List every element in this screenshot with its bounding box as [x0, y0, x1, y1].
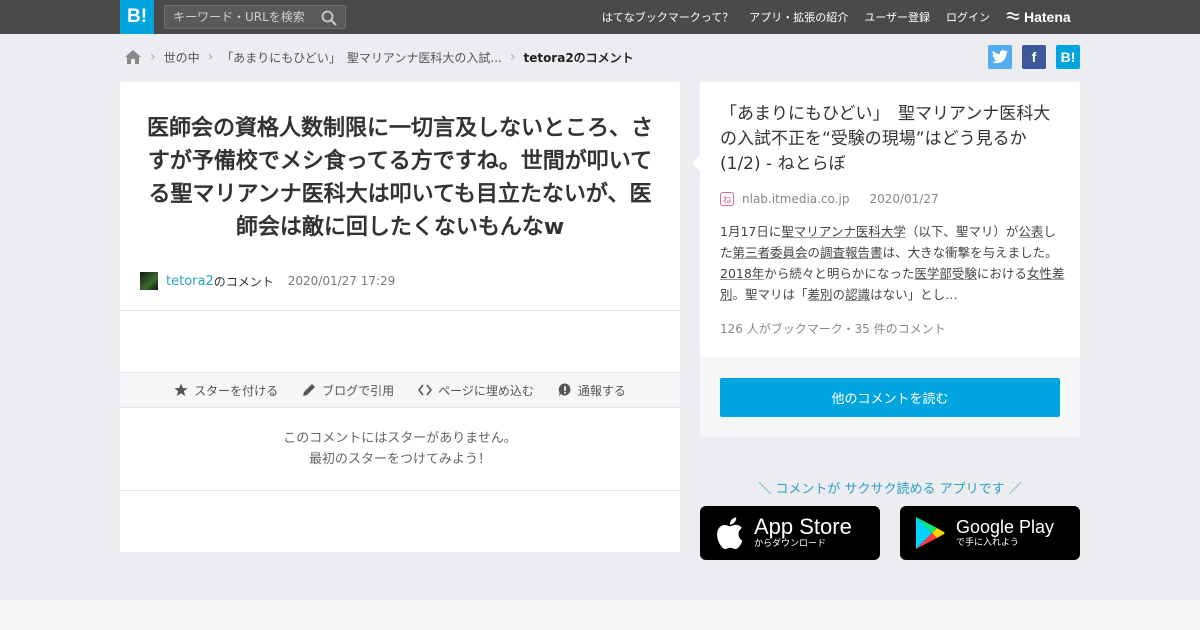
keyword-link[interactable]: 公表 [1018, 224, 1043, 239]
top-nav: はてなブックマークって？ アプリ・拡張の紹介 ユーザー登録 ログイン [602, 0, 990, 34]
comment-datetime[interactable]: 2020/01/27 17:29 [288, 274, 396, 288]
alert-bubble-icon [558, 383, 571, 397]
google-play-text: Google Play で手に入れよう [956, 517, 1054, 550]
nav-apps[interactable]: アプリ・拡張の紹介 [749, 9, 848, 25]
app-store-badge[interactable]: App Store からダウンロード [700, 506, 880, 560]
footer-area [0, 600, 1200, 630]
twitter-bird-icon [992, 50, 1008, 64]
top-bar: B! はてなブックマークって？ アプリ・拡張の紹介 ユーザー登録 ログイン Ha… [0, 0, 1200, 34]
breadcrumb: › 世の中 › 「あまりにもひどい」 聖マリアンナ医科大の入試... › tet… [124, 46, 634, 68]
nav-login[interactable]: ログイン [946, 9, 990, 25]
add-star-label: スターを付ける [194, 383, 279, 398]
entry-source: ね nlab.itmedia.co.jp 2020/01/27 [720, 192, 939, 206]
report-label: 通報する [577, 383, 626, 398]
comment-body: 医師会の資格人数制限に一切言及しないところ、さすが予備校でメシ食ってる方ですね。… [146, 116, 653, 240]
comment-meta: tetora2 のコメント 2020/01/27 17:29 [140, 272, 395, 290]
blog-quote-label: ブログで引用 [322, 383, 395, 398]
comment-user-suffix: のコメント [213, 274, 274, 289]
comment-user-link[interactable]: tetora2 [166, 274, 214, 289]
entry-summary: 1月17日に聖マリアンナ医科大学（以下、聖マリ）が公表した第三者委員会の調査報告… [720, 221, 1065, 305]
share-buttons: f B! [988, 45, 1080, 69]
keyword-link[interactable]: 2018年 [720, 266, 764, 281]
app-store-title: App Store [754, 513, 852, 539]
keyword-link[interactable]: 医学部受験 [914, 266, 977, 281]
entry-date: 2020/01/27 [869, 192, 939, 206]
keyword-link[interactable]: 第三者委員会 [733, 245, 808, 260]
blog-quote-button[interactable]: ブログで引用 [302, 382, 394, 399]
app-promo-text[interactable]: ＼ コメントが サクサク読める アプリです ／ [700, 478, 1080, 497]
no-star-line-2: 最初のスターをつけてみよう！ [308, 452, 491, 467]
divider [120, 490, 680, 491]
summary-text: における [976, 266, 1027, 281]
breadcrumb-current: tetora2のコメント [523, 50, 634, 65]
site-favicon-icon: ね [720, 192, 734, 206]
star-icon [174, 383, 188, 396]
apple-logo-icon [717, 517, 743, 550]
hatena-brand-label: Hatena [1024, 9, 1071, 25]
summary-text: の [832, 287, 846, 302]
nav-register[interactable]: ユーザー登録 [864, 9, 930, 25]
search-input[interactable] [165, 6, 315, 28]
home-icon[interactable] [124, 49, 142, 65]
entry-card-footer: 他のコメントを読む [700, 357, 1080, 437]
google-play-logo-icon [916, 517, 945, 549]
summary-text: の [807, 245, 821, 260]
breadcrumb-category[interactable]: 世の中 [164, 49, 200, 66]
entry-card: 「あまりにもひどい」 聖マリアンナ医科大の入試不正を“受験の現場”はどう見るか … [692, 82, 1080, 437]
keyword-link[interactable]: 差別 [808, 287, 833, 302]
entry-title-link[interactable]: 「あまりにもひどい」 聖マリアンナ医科大の入試不正を“受験の現場”はどう見るか … [720, 102, 1065, 177]
keyword-link[interactable]: 認識 [845, 287, 870, 302]
search-icon[interactable] [321, 10, 337, 26]
add-star-button[interactable]: スターを付ける [174, 382, 278, 399]
nav-about[interactable]: はてなブックマークって？ [602, 9, 733, 25]
keyword-link[interactable]: 聖マリアンナ医科大学 [781, 224, 906, 239]
google-play-subtitle: で手に入れよう [956, 537, 1020, 548]
hatena-bookmark-logo[interactable]: B! [120, 0, 154, 34]
code-brackets-icon [418, 384, 433, 396]
search-box [164, 5, 346, 29]
no-star-message: このコメントにはスターがありません。 最初のスターをつけてみよう！ [120, 428, 680, 470]
summary-text: はない」とし… [870, 287, 958, 302]
entry-counts[interactable]: 126 人がブックマーク・35 件のコメント [720, 320, 946, 337]
divider [120, 310, 680, 311]
chevron-right-icon: › [207, 49, 214, 65]
hatena-brand-link[interactable]: Hatena [1006, 0, 1071, 34]
hatena-share-button[interactable]: B! [1056, 45, 1080, 69]
embed-button[interactable]: ページに埋め込む [418, 382, 534, 399]
facebook-share-button[interactable]: f [1022, 45, 1046, 69]
keyword-link[interactable]: 調査報告書 [820, 245, 883, 260]
summary-text: は、大きな衝撃を与えました。 [882, 245, 1058, 260]
report-button[interactable]: 通報する [558, 382, 626, 399]
pencil-icon [303, 384, 316, 396]
google-play-badge[interactable]: Google Play で手に入れよう [900, 506, 1080, 560]
no-star-line-1: このコメントにはスターがありません。 [283, 431, 517, 446]
comment-card: 医師会の資格人数制限に一切言及しないところ、さすが予備校でメシ食ってる方ですね。… [120, 82, 680, 552]
comment-actions: スターを付ける ブログで引用 ページに埋め込む 通報する [120, 372, 680, 408]
read-more-comments-button[interactable]: 他のコメントを読む [720, 378, 1060, 417]
summary-text: 。聖マリは「 [732, 287, 808, 302]
summary-text: 1月17日に [720, 224, 782, 239]
google-play-title: Google Play [956, 516, 1055, 537]
summary-text: （以下、聖マリ）が [905, 224, 1019, 239]
chevron-right-icon: › [509, 49, 516, 65]
twitter-share-button[interactable] [988, 45, 1012, 69]
breadcrumb-entry[interactable]: 「あまりにもひどい」 聖マリアンナ医科大の入試... [221, 49, 502, 66]
avatar[interactable] [140, 272, 158, 290]
app-store-text: App Store からダウンロード [754, 513, 852, 551]
summary-text: から続々と明らかになった [764, 266, 915, 281]
card-notch [692, 154, 701, 172]
embed-label: ページに埋め込む [438, 383, 534, 398]
chevron-right-icon: › [150, 49, 156, 65]
entry-domain-link[interactable]: nlab.itmedia.co.jp [742, 192, 849, 206]
app-store-subtitle: からダウンロード [754, 538, 827, 549]
hatena-wave-icon [1006, 12, 1020, 20]
